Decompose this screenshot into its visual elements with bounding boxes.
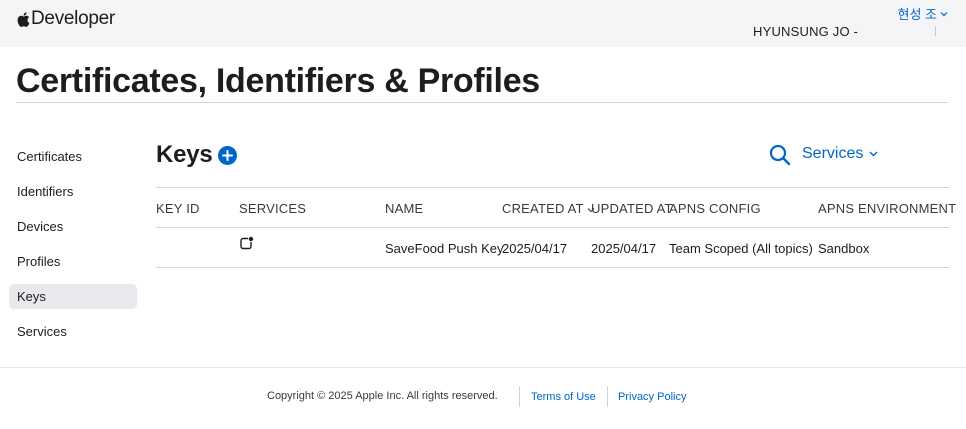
privacy-policy-link[interactable]: Privacy Policy bbox=[618, 391, 686, 403]
sidebar-item-profiles[interactable]: Profiles bbox=[9, 249, 137, 274]
table-header-divider bbox=[156, 227, 949, 228]
section-title: Keys bbox=[156, 141, 213, 168]
sidebar-item-services[interactable]: Services bbox=[9, 319, 137, 344]
column-header-updated-at[interactable]: UPDATED AT bbox=[591, 201, 673, 216]
sidebar-item-certificates[interactable]: Certificates bbox=[9, 144, 137, 169]
table-row-divider bbox=[156, 267, 949, 268]
filter-label: Services bbox=[802, 145, 864, 162]
footer-separator bbox=[519, 386, 520, 407]
column-header-label: CREATED AT bbox=[502, 201, 584, 216]
account-menu[interactable]: 현성 조 bbox=[898, 4, 949, 23]
sidebar-nav: Certificates Identifiers Devices Profile… bbox=[9, 144, 137, 354]
page-title: Certificates, Identifiers & Profiles bbox=[16, 62, 540, 100]
developer-home-link[interactable]: Developer bbox=[16, 8, 115, 30]
sidebar-item-devices[interactable]: Devices bbox=[9, 214, 137, 239]
chevron-down-icon bbox=[940, 11, 948, 16]
chevron-down-icon bbox=[869, 151, 878, 157]
column-header-apns-environment[interactable]: APNS ENVIRONMENT bbox=[818, 201, 956, 216]
global-header: Developer 현성 조 HYUNSUNG JO - bbox=[0, 0, 966, 47]
footer-divider bbox=[0, 367, 966, 368]
column-header-created-at[interactable]: CREATED AT bbox=[502, 201, 595, 216]
brand-name: Developer bbox=[31, 8, 115, 29]
footer-copyright: Copyright © 2025 Apple Inc. All rights r… bbox=[267, 390, 498, 402]
plus-circle-icon[interactable] bbox=[217, 145, 237, 165]
push-notification-icon bbox=[240, 236, 254, 250]
column-header-key-id[interactable]: KEY ID bbox=[156, 201, 200, 216]
sidebar-item-identifiers[interactable]: Identifiers bbox=[9, 179, 137, 204]
apple-logo-icon bbox=[17, 11, 30, 27]
section-header: Keys bbox=[156, 141, 237, 169]
team-name: HYUNSUNG JO - bbox=[753, 24, 859, 39]
cell-apns-environment: Sandbox bbox=[818, 241, 870, 256]
cell-created-at: 2025/04/17 bbox=[502, 241, 568, 256]
column-header-services[interactable]: SERVICES bbox=[239, 201, 306, 216]
account-name: 현성 조 bbox=[897, 7, 938, 22]
title-divider bbox=[16, 102, 948, 103]
cell-apns-config: Team Scoped (All topics) bbox=[669, 241, 813, 256]
search-icon[interactable] bbox=[769, 144, 791, 166]
table-top-divider bbox=[156, 187, 949, 188]
footer-separator bbox=[607, 386, 608, 407]
column-header-apns-config[interactable]: APNS CONFIG bbox=[669, 201, 761, 216]
team-divider bbox=[935, 26, 936, 36]
sidebar-item-keys[interactable]: Keys bbox=[9, 284, 137, 309]
cell-updated-at: 2025/04/17 bbox=[591, 241, 657, 256]
column-header-name[interactable]: NAME bbox=[385, 201, 423, 216]
cell-name[interactable]: SaveFood Push Key bbox=[385, 241, 504, 256]
terms-of-use-link[interactable]: Terms of Use bbox=[531, 391, 596, 403]
services-filter-dropdown[interactable]: Services bbox=[802, 145, 878, 163]
